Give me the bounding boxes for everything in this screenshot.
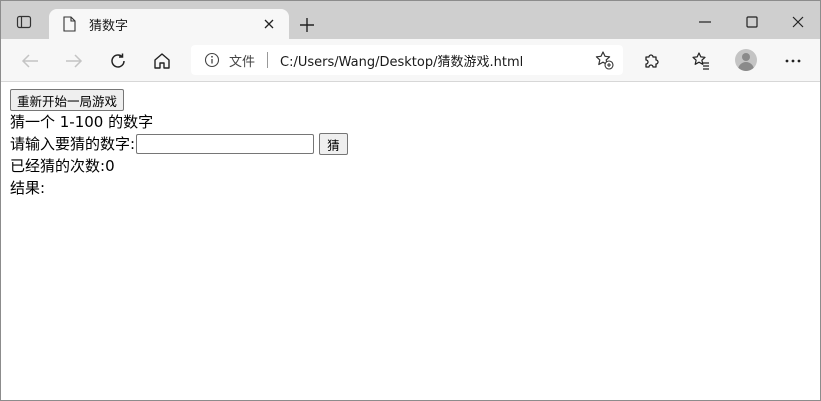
star-add-icon [595,51,614,70]
new-tab-button[interactable] [295,13,319,37]
guess-button[interactable]: 猜 [319,133,348,155]
favorites-button[interactable] [686,46,716,76]
minimize-button[interactable] [682,7,728,37]
game-prompt: 猜一个 1-100 的数字 [10,113,154,131]
toolbar: 文件 C:/Users/Wang/Desktop/猜数游戏.html [1,39,820,82]
home-button[interactable] [147,46,177,76]
back-arrow-icon [21,54,38,68]
result-label: 结果: [10,179,46,197]
refresh-button[interactable] [103,46,133,76]
avatar-icon[interactable] [735,49,757,71]
restart-game-button[interactable]: 重新开始一局游戏 [10,89,125,111]
puzzle-icon [645,54,659,68]
guess-count-label: 已经猜的次数: [10,157,106,175]
address-separator [267,52,269,68]
tab-actions-button[interactable] [9,9,39,39]
window-close-button[interactable] [775,7,821,37]
tab-close-button[interactable] [259,14,279,34]
more-icon [785,59,801,63]
add-favorite-button[interactable] [593,49,615,71]
guess-input-label: 请输入要猜的数字: [10,135,136,153]
plus-icon [300,18,314,32]
maximize-icon [746,16,758,28]
tab-actions-icon [16,14,32,34]
scheme-label: 文件 [229,54,256,70]
favorites-icon [692,52,709,70]
guess-input[interactable] [136,134,315,154]
guess-count-value: 0 [105,157,115,175]
tab-active[interactable]: 猜数字 [49,9,289,39]
more-button[interactable] [778,46,808,76]
forward-arrow-icon [66,54,83,68]
minimize-icon [699,21,711,23]
maximize-button[interactable] [729,7,775,37]
tab-strip: 猜数字 [1,1,820,39]
extensions-button[interactable] [637,46,667,76]
url-text[interactable]: C:/Users/Wang/Desktop/猜数游戏.html [280,51,593,70]
address-bar[interactable]: 文件 C:/Users/Wang/Desktop/猜数游戏.html [191,45,623,75]
close-icon [264,19,274,29]
tab-title: 猜数字 [89,18,129,34]
home-icon [154,53,170,69]
page-icon [61,16,77,32]
info-icon[interactable] [203,51,221,69]
page-content: 重新开始一局游戏 猜一个 1-100 的数字 请输入要猜的数字: 猜 已经猜的次… [10,89,810,199]
browser-window: 猜数字 文件 C:/Users/Wang/Desktop/猜数游戏.html 重… [0,0,821,401]
back-button[interactable] [15,46,45,76]
refresh-icon [111,53,125,68]
close-icon [792,16,804,28]
forward-button[interactable] [59,46,89,76]
